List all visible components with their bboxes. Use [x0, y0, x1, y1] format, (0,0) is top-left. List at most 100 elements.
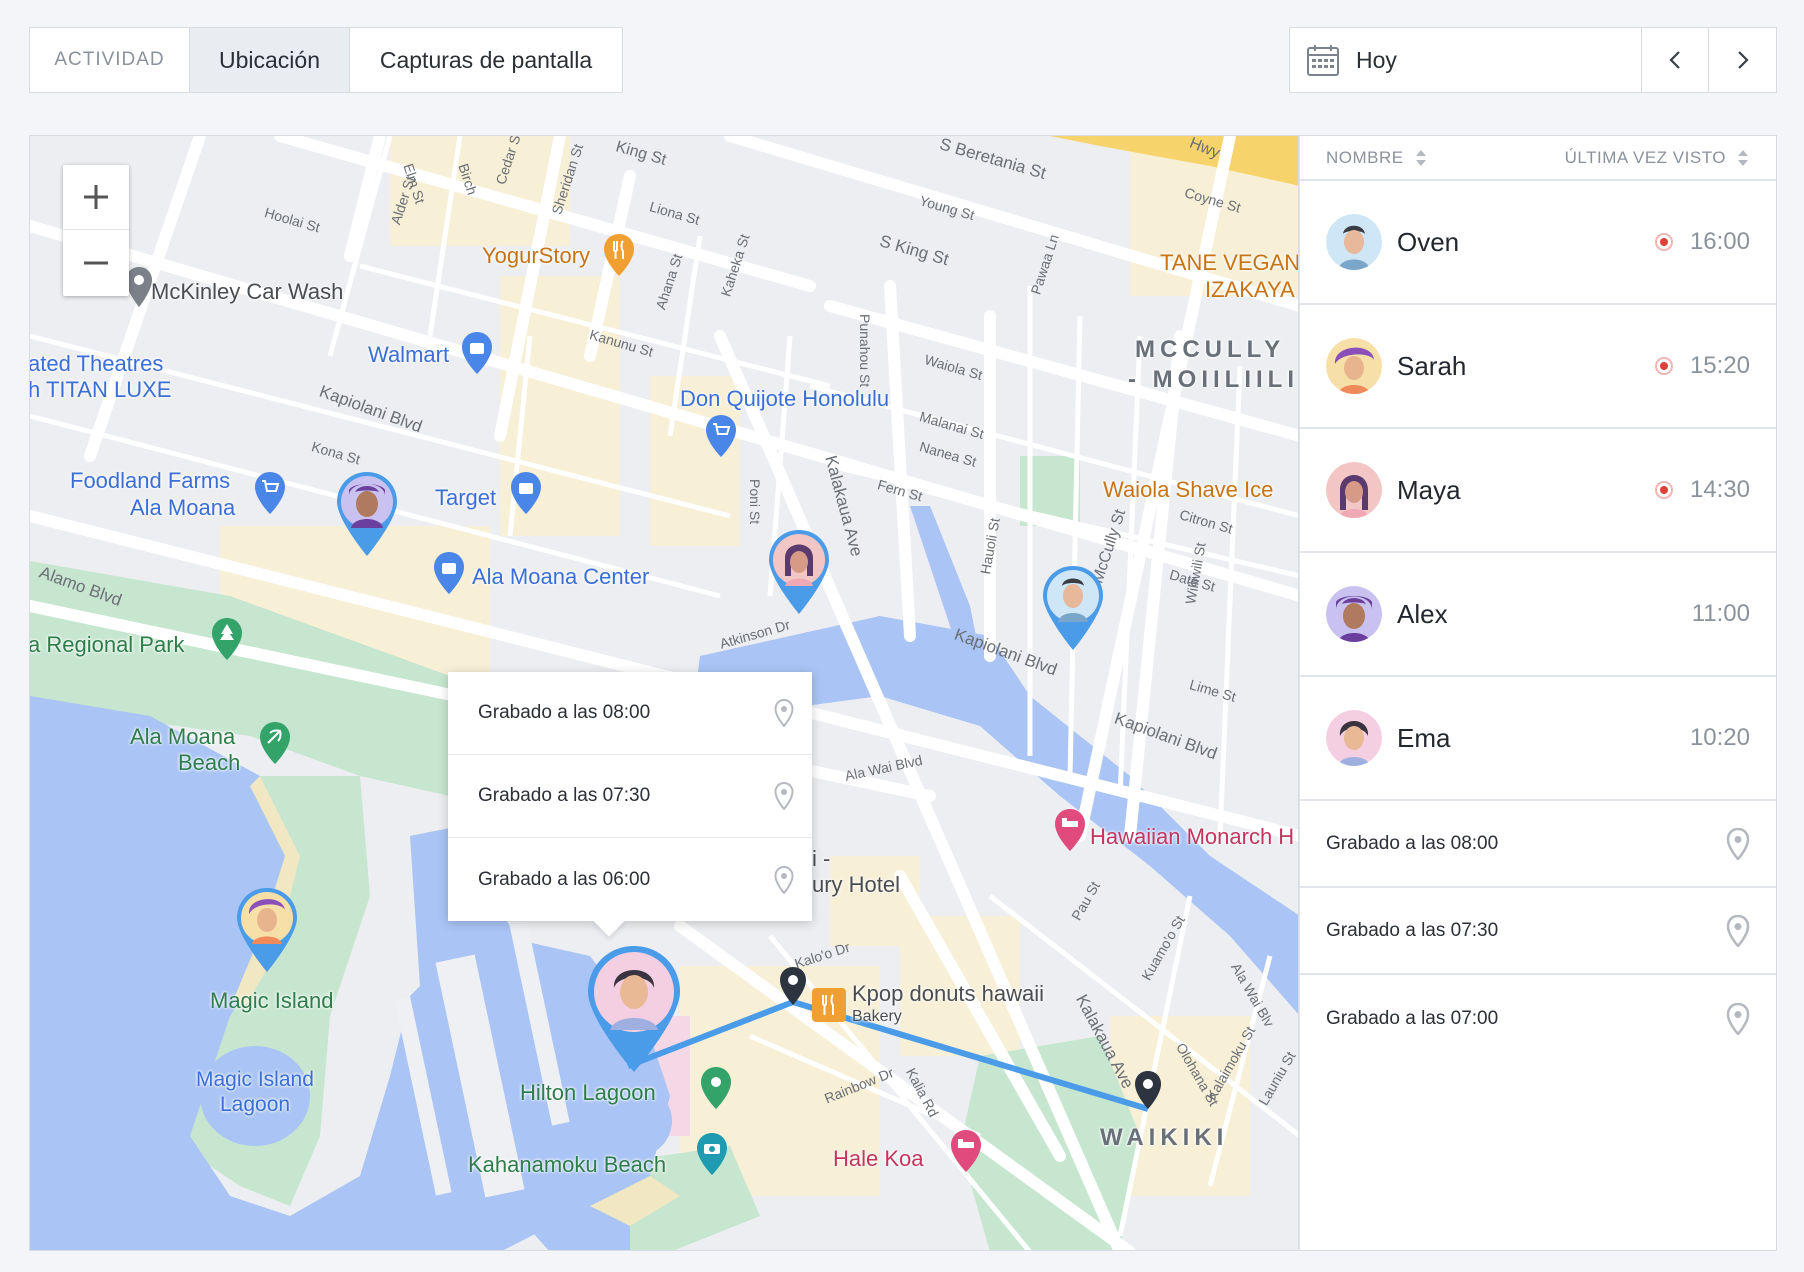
poi-ala-moana-beach-2[interactable]: Beach — [178, 750, 240, 776]
record-label: Grabado a las 07:30 — [1326, 919, 1499, 941]
date-label: Hoy — [1356, 46, 1397, 73]
route-stop-pin[interactable] — [1133, 1070, 1163, 1110]
poi-walmart[interactable]: Walmart — [368, 342, 449, 368]
sort-by-last-seen[interactable]: ÚLTIMA VEZ VISTO — [1565, 148, 1750, 168]
tab-ubicacion[interactable]: Ubicación — [190, 28, 350, 92]
user-last-seen: 16:00 — [1689, 228, 1750, 255]
tab-actividad[interactable]: ACTIVIDAD — [30, 28, 190, 92]
poi-ala-moana-center[interactable]: Ala Moana Center — [472, 564, 649, 590]
zoom-out-button[interactable] — [63, 230, 129, 295]
store-icon — [511, 472, 541, 514]
user-last-seen: 10:20 — [1689, 724, 1750, 751]
user-name: Alex — [1397, 598, 1448, 629]
store-icon — [462, 332, 492, 374]
user-row-ema[interactable]: Ema 10:20 — [1300, 677, 1776, 801]
poi-regional-park[interactable]: a Regional Park — [30, 632, 185, 658]
poi-mckinley[interactable]: McKinley Car Wash — [151, 279, 343, 305]
poi-ala-moana-beach-1[interactable]: Ala Moana — [130, 724, 235, 750]
user-row-maya[interactable]: Maya 14:30 — [1300, 429, 1776, 553]
popup-record-row[interactable]: Grabado a las 08:00 — [448, 672, 812, 755]
tab-capturas[interactable]: Capturas de pantalla — [350, 28, 622, 92]
user-row-alex[interactable]: Alex 11:00 — [1300, 553, 1776, 677]
popup-record-row[interactable]: Grabado a las 06:00 — [448, 838, 812, 921]
next-day-button[interactable] — [1709, 28, 1776, 92]
poi-hale-koa[interactable]: Hale Koa — [833, 1146, 924, 1172]
poi-hilton-lagoon[interactable]: Hilton Lagoon — [520, 1080, 656, 1106]
poi-foodland-1[interactable]: Foodland Farms — [70, 468, 230, 494]
user-last-seen: 15:20 — [1689, 352, 1750, 379]
sort-icon — [1415, 149, 1426, 166]
poi-target[interactable]: Target — [435, 485, 496, 511]
camera-icon — [697, 1133, 727, 1175]
user-marker-sarah[interactable] — [235, 886, 299, 974]
location-pin-icon — [774, 782, 794, 810]
poi-theatres-2[interactable]: h TITAN LUXE — [30, 377, 171, 403]
prev-day-button[interactable] — [1642, 28, 1709, 92]
poi-hawaiian-monarch[interactable]: Hawaiian Monarch H — [1090, 824, 1294, 850]
poi-magic-lagoon-2[interactable]: Lagoon — [220, 1093, 290, 1117]
poi-magic-lagoon-1[interactable]: Magic Island — [196, 1068, 314, 1092]
col-last-seen-label: ÚLTIMA VEZ VISTO — [1564, 147, 1726, 167]
date-selector: Hoy — [1289, 27, 1777, 93]
store-icon — [434, 552, 464, 594]
poi-kahanamoku[interactable]: Kahanamoku Beach — [468, 1152, 666, 1178]
live-indicator-icon — [1654, 233, 1673, 251]
live-indicator-icon — [1654, 357, 1673, 375]
user-name: Sarah — [1397, 350, 1467, 381]
user-last-seen: 11:00 — [1691, 600, 1750, 627]
calendar-icon — [1307, 45, 1339, 76]
poi-hotel-2[interactable]: ury Hotel — [812, 872, 900, 898]
user-last-seen: 14:30 — [1689, 476, 1750, 503]
location-map[interactable]: McKinley Car Wash YogurStory Walmart ate… — [29, 135, 1299, 1251]
user-row-oven[interactable]: Oven 16:00 — [1300, 181, 1776, 305]
route-stop-pin[interactable] — [778, 966, 808, 1006]
zoom-in-button[interactable] — [63, 165, 129, 230]
popup-record-label: Grabado a las 07:30 — [478, 785, 651, 806]
record-row[interactable]: Grabado a las 07:00 — [1300, 975, 1776, 1062]
view-tabs: ACTIVIDAD Ubicación Capturas de pantalla — [29, 27, 623, 93]
green-pin-icon — [701, 1067, 731, 1109]
record-label: Grabado a las 08:00 — [1326, 832, 1499, 854]
zoom-controls — [63, 165, 129, 296]
live-indicator-icon — [1654, 481, 1673, 499]
user-marker-alex[interactable] — [335, 470, 399, 558]
user-marker-ema[interactable] — [586, 944, 682, 1074]
poi-waiola[interactable]: Waiola Shave Ice — [1103, 477, 1273, 503]
sort-icon — [1738, 149, 1748, 166]
restaurant-icon — [604, 234, 634, 276]
user-marker-oven[interactable] — [1041, 564, 1105, 652]
hotel-icon — [951, 1130, 981, 1172]
popup-record-row[interactable]: Grabado a las 07:30 — [448, 755, 812, 838]
record-row[interactable]: Grabado a las 08:00 — [1300, 801, 1776, 888]
location-pin-icon — [774, 865, 794, 894]
poi-yogurstory[interactable]: YogurStory — [482, 243, 590, 269]
avatar-sarah — [1326, 338, 1382, 394]
poi-hotel-1[interactable]: i - — [812, 846, 830, 872]
poi-foodland-2[interactable]: Ala Moana — [130, 495, 235, 521]
restaurant-icon — [812, 988, 846, 1022]
sort-by-name[interactable]: NOMBRE — [1326, 148, 1428, 168]
poi-magic-island[interactable]: Magic Island — [210, 988, 334, 1014]
cart-icon — [706, 415, 736, 457]
area-mccully-2: - MOIILIILI — [1128, 366, 1299, 393]
poi-theatres-1[interactable]: ated Theatres — [30, 351, 163, 377]
avatar-maya — [1326, 462, 1382, 518]
street-label: Punahou St — [857, 314, 873, 388]
panel-header: NOMBRE ÚLTIMA VEZ VISTO — [1300, 136, 1776, 181]
street-label: Poni St — [747, 479, 763, 525]
beach-icon — [260, 722, 290, 764]
cart-icon — [255, 472, 285, 514]
user-name: Maya — [1397, 474, 1461, 505]
poi-kpop-donuts[interactable]: Kpop donuts hawaii — [852, 981, 1044, 1007]
poi-tane-vegan-1[interactable]: TANE VEGAN — [1160, 250, 1298, 276]
date-picker-button[interactable]: Hoy — [1290, 28, 1642, 92]
poi-don-quijote[interactable]: Don Quijote Honolulu — [680, 386, 889, 412]
poi-tane-vegan-2[interactable]: IZAKAYA — [1205, 277, 1295, 303]
plus-icon — [84, 185, 108, 209]
park-icon — [212, 618, 242, 660]
avatar-alex — [1326, 586, 1382, 642]
popup-record-label: Grabado a las 06:00 — [478, 868, 651, 890]
user-row-sarah[interactable]: Sarah 15:20 — [1300, 305, 1776, 429]
user-marker-maya[interactable] — [767, 528, 831, 616]
record-row[interactable]: Grabado a las 07:30 — [1300, 888, 1776, 975]
